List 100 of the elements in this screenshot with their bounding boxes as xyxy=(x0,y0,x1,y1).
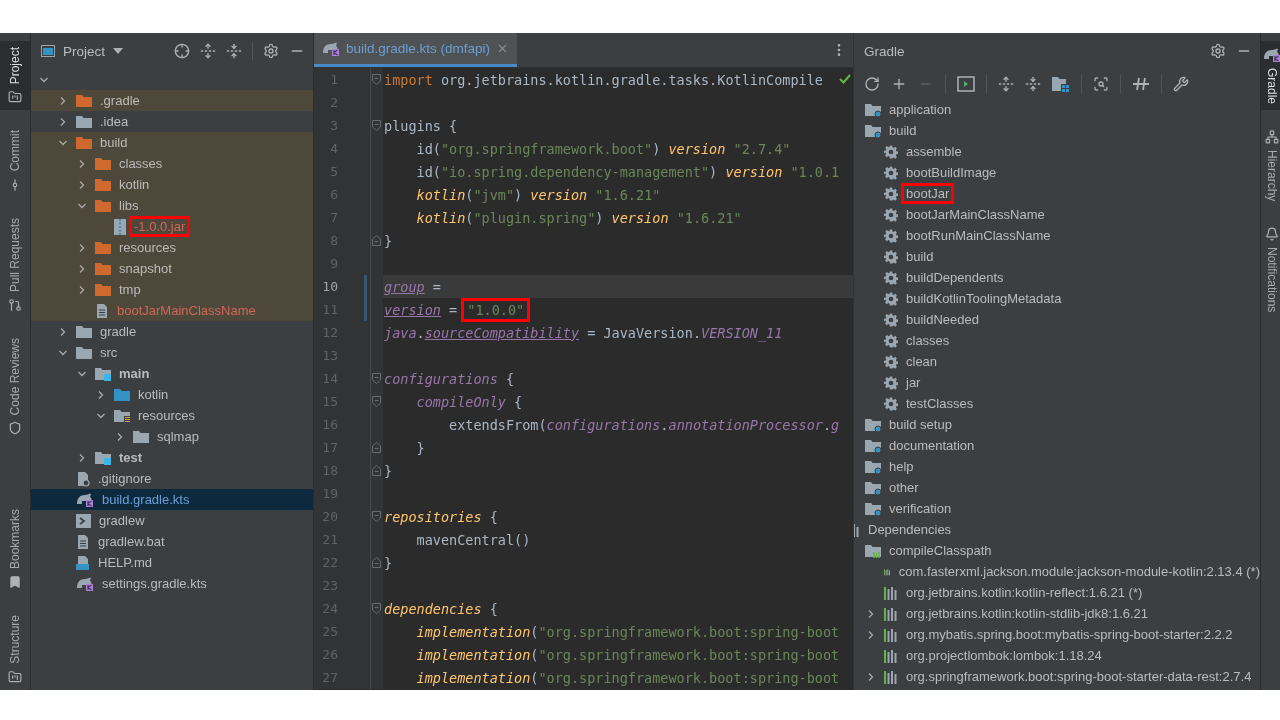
check-icon[interactable] xyxy=(839,73,851,85)
analyze-icon[interactable] xyxy=(1093,76,1109,92)
tree-item[interactable]: Dependencies xyxy=(854,519,1260,540)
tree-item[interactable]: bootRunMainClassName xyxy=(854,225,1260,246)
tree-item[interactable]: build.gradle.kts xyxy=(31,489,313,510)
tree-item[interactable]: src xyxy=(31,342,313,363)
chevron-right-icon[interactable] xyxy=(77,179,87,190)
run-window-icon[interactable] xyxy=(957,76,975,92)
tree-item[interactable]: libs xyxy=(31,195,313,216)
tree-item[interactable]: bootJar xyxy=(854,183,1260,204)
tool-window-button[interactable]: Bookmarks xyxy=(0,503,30,596)
chevron-right-icon[interactable] xyxy=(77,284,87,295)
tree-item[interactable]: settings.gradle.kts xyxy=(31,573,313,594)
collapse-all-icon[interactable] xyxy=(226,43,242,59)
tree-item[interactable]: bootJarMainClassName xyxy=(854,204,1260,225)
tree-item[interactable]: org.springframework.boot:spring-boot-starter-data-rest:2.7.4 xyxy=(854,666,1260,687)
tree-item[interactable]: snapshot xyxy=(31,258,313,279)
expand-all-icon[interactable] xyxy=(998,76,1014,92)
fold-icon[interactable] xyxy=(372,442,381,453)
tree-item[interactable]: application xyxy=(854,99,1260,120)
tree-item[interactable]: org.jetbrains.kotlin:kotlin-stdlib-jdk8:1.6.21 xyxy=(854,603,1260,624)
tree-item[interactable]: main xyxy=(31,363,313,384)
tree-item[interactable]: gradlew xyxy=(31,510,313,531)
tree-item[interactable]: bootBuildImage xyxy=(854,162,1260,183)
tree-item[interactable]: documentation xyxy=(854,435,1260,456)
tree-item[interactable]: build xyxy=(854,246,1260,267)
chevron-right-icon[interactable] xyxy=(77,242,87,253)
tree-item[interactable]: kotlin xyxy=(31,384,313,405)
tree-item[interactable]: com.fasterxml.jackson.module:jackson-module-kotlin:2.13.4 (*) xyxy=(854,561,1260,582)
chevron-right-icon[interactable] xyxy=(115,431,125,442)
chevron-right-icon[interactable] xyxy=(866,629,876,640)
tree-item[interactable]: kotlin xyxy=(31,174,313,195)
tree-item[interactable]: buildKotlinToolingMetadata xyxy=(854,288,1260,309)
tool-window-button[interactable]: Notifications xyxy=(1261,221,1280,319)
offline-toggle-icon[interactable] xyxy=(1132,76,1150,92)
tree-item[interactable]: clean xyxy=(854,351,1260,372)
refresh-icon[interactable] xyxy=(864,76,880,92)
chevron-right-icon[interactable] xyxy=(77,263,87,274)
tree-item[interactable]: buildNeeded xyxy=(854,309,1260,330)
tree-item[interactable]: build setup xyxy=(854,414,1260,435)
fold-icon[interactable] xyxy=(372,235,381,246)
tree-item[interactable]: resources xyxy=(31,237,313,258)
chevron-right-icon[interactable] xyxy=(866,671,876,682)
view-dropdown[interactable]: Project xyxy=(41,43,124,59)
fold-icon[interactable] xyxy=(372,74,381,85)
fold-icon[interactable] xyxy=(372,396,381,407)
tool-window-button[interactable]: Structure xyxy=(0,609,30,690)
tree-item[interactable]: org.jetbrains.kotlin:kotlin-reflect:1.6.21 (*) xyxy=(854,582,1260,603)
tree-item[interactable]: org.projectlombok:lombok:1.18.24 xyxy=(854,645,1260,666)
settings-icon[interactable] xyxy=(263,43,279,59)
tool-window-button[interactable]: Code Reviews xyxy=(0,331,30,442)
tree-item[interactable]: verification xyxy=(854,498,1260,519)
chevron-right-icon[interactable] xyxy=(58,116,68,127)
fold-icon[interactable] xyxy=(372,465,381,476)
expand-all-icon[interactable] xyxy=(200,43,216,59)
tree-item[interactable]: testClasses xyxy=(854,393,1260,414)
tree-item[interactable]: gradlew.bat xyxy=(31,531,313,552)
tool-window-button[interactable]: Project xyxy=(0,41,30,111)
tree-item[interactable]: assemble xyxy=(854,141,1260,162)
chevron-right-icon[interactable] xyxy=(58,95,68,106)
fold-icon[interactable] xyxy=(372,557,381,568)
tree-item[interactable]: buildDependents xyxy=(854,267,1260,288)
fold-icon[interactable] xyxy=(372,120,381,131)
tree-item[interactable]: classes xyxy=(31,153,313,174)
tree-item[interactable]: jar xyxy=(854,372,1260,393)
tree-item[interactable]: .gitignore xyxy=(31,468,313,489)
editor-tab[interactable]: build.gradle.kts (dmfapi) xyxy=(314,33,518,67)
settings-icon[interactable] xyxy=(1210,43,1226,59)
tool-window-button[interactable]: Commit xyxy=(0,124,30,198)
chevron-right-icon[interactable] xyxy=(77,452,87,463)
tree-item[interactable]: other xyxy=(854,477,1260,498)
folder-grid-icon[interactable] xyxy=(1052,76,1070,92)
tree-item[interactable]: HELP.md xyxy=(31,552,313,573)
chevron-right-icon[interactable] xyxy=(58,326,68,337)
tree-item[interactable]: gradle xyxy=(31,321,313,342)
tool-window-button[interactable]: Pull Requests xyxy=(0,211,30,318)
tree-item[interactable]: test xyxy=(31,447,313,468)
fold-icon[interactable] xyxy=(372,373,381,384)
tree-item[interactable]: compileClasspath xyxy=(854,540,1260,561)
chevron-right-icon[interactable] xyxy=(96,389,106,400)
tree-item[interactable]: tmp xyxy=(31,279,313,300)
wrench-icon[interactable] xyxy=(1173,76,1189,92)
plus-icon[interactable] xyxy=(891,76,907,92)
chevron-right-icon[interactable] xyxy=(866,608,876,619)
tree-item[interactable]: .gradle xyxy=(31,90,313,111)
chevron-right-icon[interactable] xyxy=(77,158,87,169)
collapse-all-icon[interactable] xyxy=(1025,76,1041,92)
tree-item[interactable]: classes xyxy=(854,330,1260,351)
tree-item[interactable]: org.mybatis.spring.boot:mybatis-spring-boot-starter:2.2.2 xyxy=(854,624,1260,645)
tree-item[interactable]: sqlmap xyxy=(31,426,313,447)
fold-icon[interactable] xyxy=(372,603,381,614)
fold-icon[interactable] xyxy=(372,511,381,522)
tree-item[interactable]: .idea xyxy=(31,111,313,132)
tree-item[interactable]: resources xyxy=(31,405,313,426)
tool-window-button[interactable]: Hierarchy xyxy=(1261,124,1280,208)
tree-item[interactable]: build xyxy=(854,120,1260,141)
locate-icon[interactable] xyxy=(174,43,190,59)
tree-item[interactable]: build xyxy=(31,132,313,153)
tool-window-button[interactable]: Gradle xyxy=(1261,41,1280,111)
tree-item[interactable]: help xyxy=(854,456,1260,477)
